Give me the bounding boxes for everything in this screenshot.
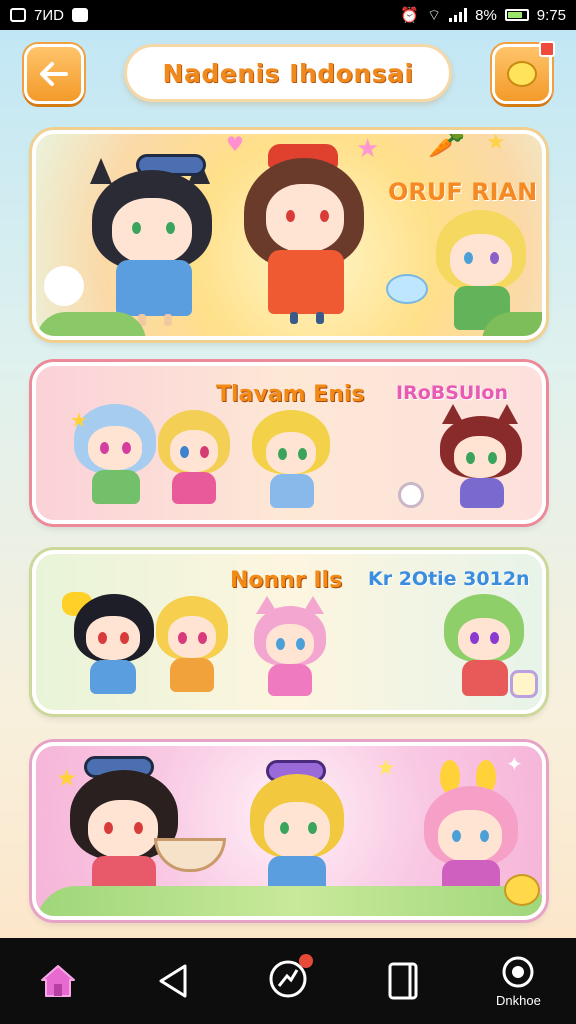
chick-mascot-icon: [504, 874, 540, 906]
image-notification-icon: [71, 8, 88, 22]
character-black-bow: [62, 588, 158, 700]
nav-recent[interactable]: [346, 938, 461, 1024]
character-yellow-bow: [154, 406, 234, 510]
alarm-icon: ⏰: [400, 7, 419, 24]
nav-profile-label: Dnkhoe: [496, 992, 541, 1008]
signal-icon: [449, 8, 468, 22]
clock: 9:75: [536, 6, 566, 24]
sync-icon: [10, 8, 26, 22]
ghost-mascot-icon: [44, 266, 84, 306]
character-red-cat: [434, 404, 526, 512]
character-card-1[interactable]: ORUF RIAN ♥ ★ ★ 🥕: [32, 130, 546, 340]
character-light-blue: ★: [70, 400, 160, 510]
page-title-text: Nadenis Ihdonsai: [162, 58, 414, 88]
battery-percent: 8%: [475, 6, 497, 24]
star-icon: ★: [486, 130, 506, 155]
bottom-navigation: Dnkhoe: [0, 938, 576, 1024]
status-left-text: 7ИD: [34, 6, 64, 24]
chat-bubble-icon: [507, 61, 537, 87]
speech-cloud-icon: [386, 274, 428, 304]
carrot-icon: 🥕: [428, 130, 466, 161]
battery-icon: [504, 9, 529, 21]
character-black-hair: [76, 154, 216, 334]
character-yellow-cat: [152, 592, 232, 700]
favorite-toggle-icon[interactable]: [398, 482, 424, 508]
app-header: Nadenis Ihdonsai: [0, 41, 576, 106]
notification-badge: [539, 41, 555, 57]
back-triangle-icon: [159, 964, 187, 998]
edit-tag-icon[interactable]: [510, 670, 538, 698]
home-icon: [40, 965, 75, 997]
card-1-banner-label: ORUF RIAN: [388, 178, 538, 206]
character-brown-hair: [232, 144, 372, 334]
status-bar: 7ИD ⏰ ⌔ 8% 9:75: [0, 0, 576, 30]
character-dark-goggles: [64, 756, 184, 906]
back-button[interactable]: [24, 44, 84, 104]
card-2-secondary-label: IRoBSUIon: [396, 382, 508, 404]
nav-home[interactable]: [0, 938, 115, 1024]
card-2-label: Tlavam Enis: [216, 382, 365, 407]
star-icon: ★: [376, 756, 396, 781]
wifi-icon: ⌔: [427, 6, 442, 24]
back-arrow-icon: [40, 62, 68, 86]
target-icon: [502, 956, 534, 987]
nav-back[interactable]: [115, 938, 230, 1024]
character-pink-cat: [250, 596, 330, 702]
page-title: Nadenis Ihdonsai: [124, 44, 452, 102]
character-card-3[interactable]: Nonnr Ils Kr 2Otie 3012n: [32, 550, 546, 714]
chat-button[interactable]: [492, 41, 555, 104]
recent-apps-icon: [388, 962, 418, 1000]
nav-profile[interactable]: Dnkhoe: [461, 938, 576, 1024]
character-card-4[interactable]: ★ ★ ✦: [32, 742, 546, 920]
card-3-secondary-label: Kr 2Otie 3012n: [368, 568, 530, 590]
character-card-2[interactable]: Tlavam Enis IRoBSUIon ★: [32, 362, 546, 524]
character-blonde-boy: [248, 406, 334, 514]
nav-badge: [299, 954, 313, 968]
nav-explore[interactable]: [230, 938, 345, 1024]
card-3-label: Nonnr Ils: [230, 568, 343, 593]
